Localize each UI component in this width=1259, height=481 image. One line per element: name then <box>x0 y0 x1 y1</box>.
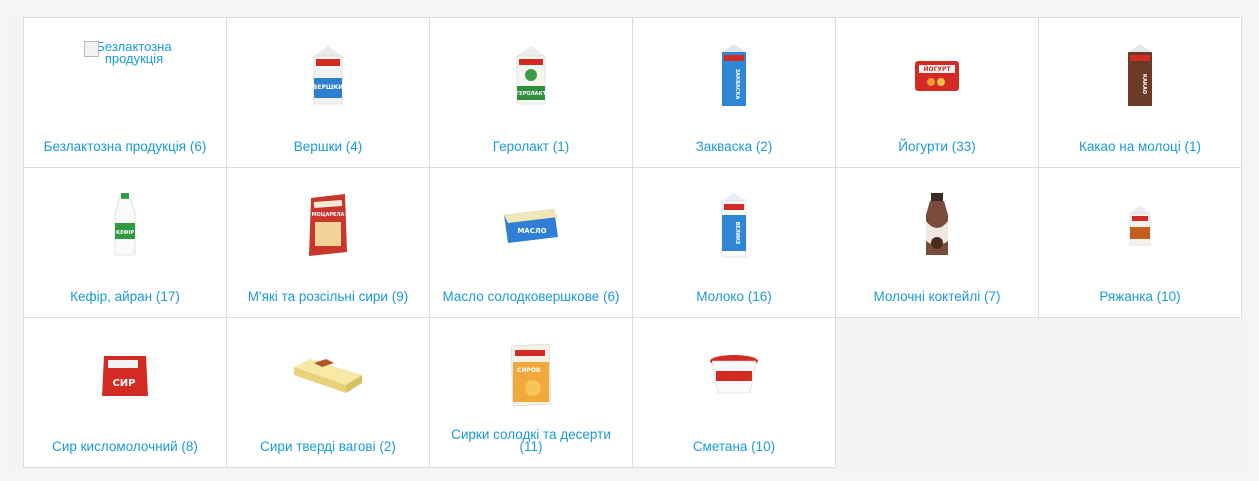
category-label[interactable]: Сирки солодкі та десерти (11) <box>438 428 624 454</box>
category-label[interactable]: Сири тверді вагові (2) <box>235 440 421 454</box>
category-tile-kefir[interactable]: КЕФІР Кефір, айран (17) <box>24 168 227 318</box>
svg-text:СИРОК: СИРОК <box>517 367 541 374</box>
svg-text:ГЕРОЛАКТ: ГЕРОЛАКТ <box>516 91 547 97</box>
category-tile-gerolakt[interactable]: ГЕРОЛАКТ Геролакт (1) <box>430 18 633 168</box>
category-label[interactable]: Молочні коктейлі (7) <box>844 290 1030 304</box>
category-tile-hard-cheese[interactable]: Сири тверді вагові (2) <box>227 318 430 468</box>
milk-carton-icon: ВЕЛИКЕ <box>721 193 747 258</box>
category-tile-zakvaska[interactable]: ЗАКВАСКА Закваска (2) <box>633 18 836 168</box>
zakvaska-carton-icon: ЗАКВАСКА <box>722 44 746 106</box>
sour-cream-cup-icon <box>710 355 758 394</box>
butter-pack-icon: МАСЛО <box>504 209 558 243</box>
category-tile-cottage-cheese[interactable]: СИР Сир кисломолочний (8) <box>24 318 227 468</box>
svg-text:ВЕРШКИ: ВЕРШКИ <box>313 84 343 91</box>
milkshake-bottle-icon <box>926 193 948 255</box>
category-tile-ryazhanka[interactable]: Ряжанка (10) <box>1039 168 1242 318</box>
soft-cheese-icon: МОЦАРЕЛА <box>309 194 347 256</box>
kefir-bottle-icon: КЕФІР <box>114 193 136 256</box>
category-label[interactable]: Ряжанка (10) <box>1047 290 1233 304</box>
svg-text:ЙОГУРТ: ЙОГУРТ <box>923 65 951 73</box>
category-tile-sour-cream[interactable]: Сметана (10) <box>633 318 836 468</box>
svg-text:КАКАО: КАКАО <box>1141 74 1147 94</box>
broken-image-icon: Безлактозна продукція <box>84 40 184 65</box>
category-label[interactable]: Йогурти (33) <box>844 140 1030 154</box>
category-label[interactable]: Какао на молоці (1) <box>1047 140 1233 154</box>
category-label[interactable]: Закваска (2) <box>641 140 827 154</box>
hard-cheese-block-icon <box>294 359 362 393</box>
cream-carton-icon: ВЕРШКИ <box>313 46 343 105</box>
category-label[interactable]: Кефір, айран (17) <box>32 290 218 304</box>
category-tile-yogurt[interactable]: ЙОГУРТ Йогурти (33) <box>836 18 1039 168</box>
category-tile-milkshake[interactable]: Молочні коктейлі (7) <box>836 168 1039 318</box>
category-label[interactable]: М'які та розсільні сири (9) <box>235 290 421 304</box>
category-tile-cream[interactable]: ВЕРШКИ Вершки (4) <box>227 18 430 168</box>
svg-text:СИР: СИР <box>112 378 135 389</box>
category-label[interactable]: Сир кисломолочний (8) <box>32 440 218 454</box>
cocoa-carton-icon: КАКАО <box>1128 44 1152 106</box>
category-label[interactable]: Сметана (10) <box>641 440 827 454</box>
category-label[interactable]: Масло солодковершкове (6) <box>438 290 624 304</box>
category-tile-sweet-curd[interactable]: СИРОК Сирки солодкі та десерти (11) <box>430 318 633 468</box>
svg-text:ВЕЛИКЕ: ВЕЛИКЕ <box>734 221 740 245</box>
sweet-curd-pack-icon: СИРОК <box>510 343 552 407</box>
svg-text:ЗАКВАСКА: ЗАКВАСКА <box>734 69 740 100</box>
category-grid: Безлактозна продукція Безлактозна продук… <box>23 17 1242 468</box>
category-tile-butter[interactable]: МАСЛО Масло солодковершкове (6) <box>430 168 633 318</box>
svg-text:МОЦАРЕЛА: МОЦАРЕЛА <box>312 212 345 218</box>
category-label[interactable]: Геролакт (1) <box>438 140 624 154</box>
svg-text:КЕФІР: КЕФІР <box>116 230 134 236</box>
category-tile-milk[interactable]: ВЕЛИКЕ Молоко (16) <box>633 168 836 318</box>
category-tile-lactose-free[interactable]: Безлактозна продукція Безлактозна продук… <box>24 18 227 168</box>
cottage-cheese-pack-icon: СИР <box>102 356 148 396</box>
yogurt-pack-icon: ЙОГУРТ <box>915 61 959 91</box>
gerolakt-carton-icon: ГЕРОЛАКТ <box>516 46 547 105</box>
category-label[interactable]: Молоко (16) <box>641 290 827 304</box>
category-label[interactable]: Вершки (4) <box>235 140 421 154</box>
svg-text:МАСЛО: МАСЛО <box>517 227 546 235</box>
category-tile-soft-cheese[interactable]: МОЦАРЕЛА М'які та розсільні сири (9) <box>227 168 430 318</box>
ryazhanka-carton-icon <box>1129 205 1151 246</box>
category-label[interactable]: Безлактозна продукція (6) <box>32 140 218 154</box>
category-tile-cocoa[interactable]: КАКАО Какао на молоці (1) <box>1039 18 1242 168</box>
